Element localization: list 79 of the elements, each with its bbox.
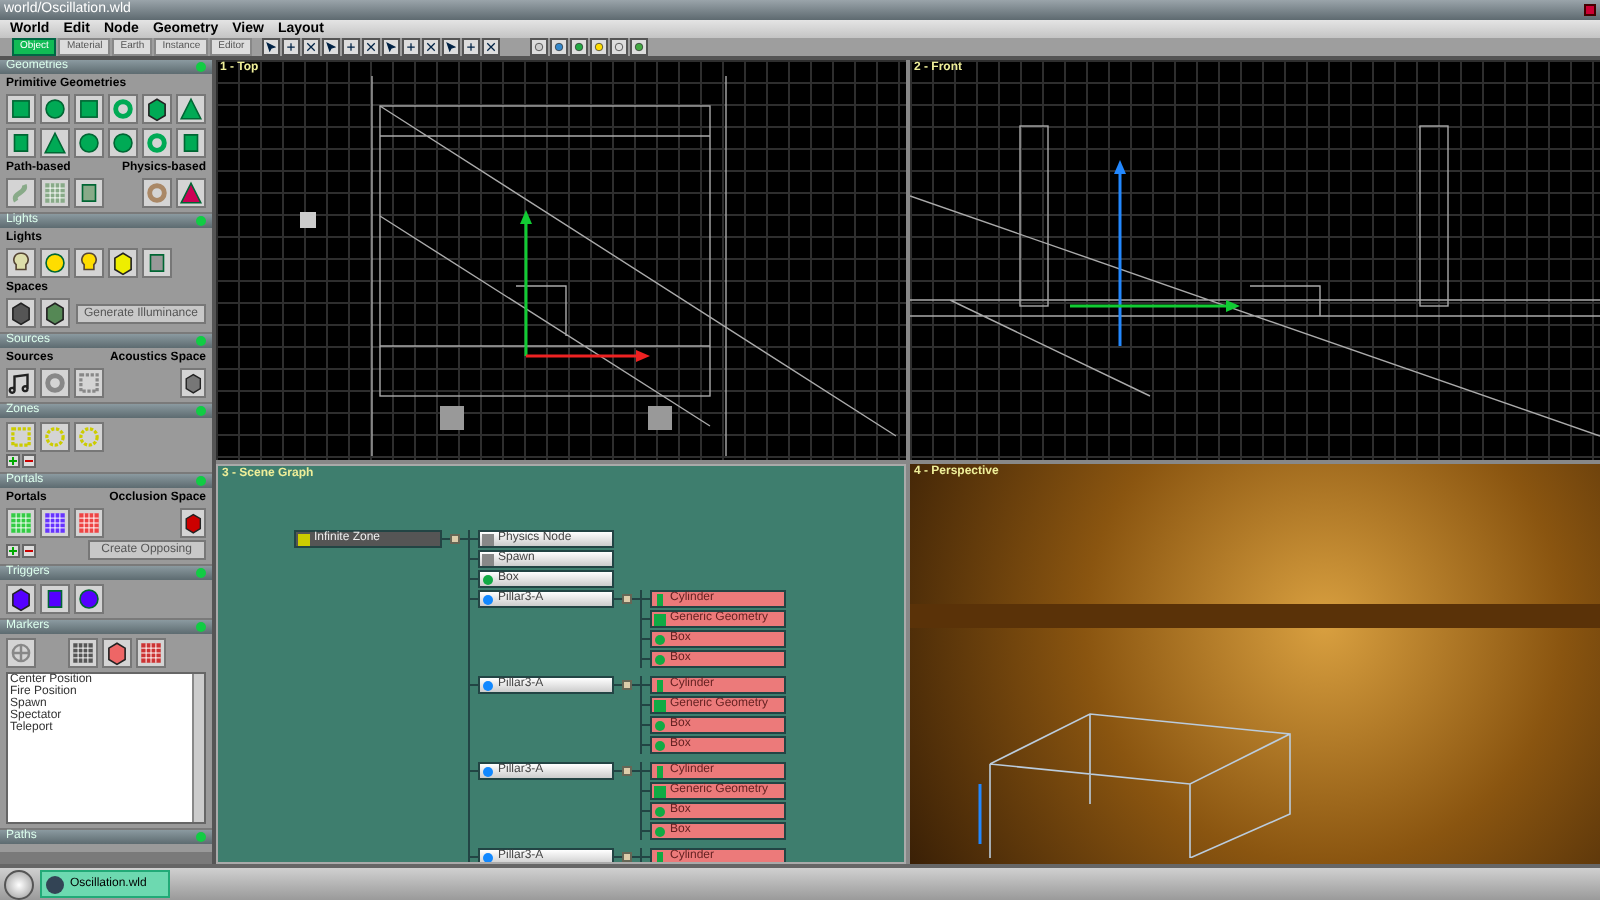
add-icon[interactable] — [6, 454, 20, 468]
music-note-icon[interactable] — [6, 368, 36, 398]
node-icon — [654, 805, 666, 817]
collapse-icon[interactable] — [622, 594, 632, 604]
cube-icon[interactable] — [142, 94, 172, 124]
cube-icon[interactable] — [179, 368, 206, 398]
node-icon — [654, 739, 666, 751]
remove-icon[interactable] — [22, 454, 36, 468]
collapse-icon[interactable] — [450, 534, 460, 544]
view-tool-icon[interactable] — [530, 38, 549, 56]
sphere-icon[interactable] — [74, 584, 104, 614]
checker-icon[interactable] — [40, 508, 70, 538]
checker-icon[interactable] — [68, 638, 98, 668]
add-icon[interactable] — [6, 543, 20, 557]
cube-icon[interactable] — [108, 248, 138, 278]
cylinder-icon[interactable] — [74, 178, 104, 208]
dashed-circle-icon[interactable] — [40, 422, 70, 452]
cylinder-icon[interactable] — [6, 128, 36, 158]
collapse-icon[interactable] — [622, 766, 632, 776]
remove-icon[interactable] — [22, 543, 36, 557]
collapse-icon[interactable] — [622, 680, 632, 690]
checker-icon[interactable] — [40, 178, 70, 208]
cylinder-icon[interactable] — [40, 584, 70, 614]
node-icon — [654, 653, 666, 665]
cube-icon[interactable] — [6, 298, 36, 328]
cut-tool-icon[interactable] — [482, 38, 501, 56]
dashed-square-icon[interactable] — [6, 422, 36, 452]
node-icon — [654, 613, 666, 625]
cone-icon[interactable] — [40, 128, 70, 158]
node-icon — [654, 765, 666, 777]
node-icon — [482, 851, 494, 862]
node-icon — [482, 593, 494, 605]
dashed-square-icon[interactable] — [74, 368, 104, 398]
node-icon — [654, 679, 666, 691]
cylinder-icon[interactable] — [142, 248, 172, 278]
sphere-icon[interactable] — [40, 94, 70, 124]
cone-icon[interactable] — [176, 94, 206, 124]
sphere-icon[interactable] — [108, 128, 138, 158]
bulb-icon[interactable] — [6, 248, 36, 278]
node-icon — [482, 533, 494, 545]
cube-icon[interactable] — [102, 638, 132, 668]
square-icon[interactable] — [74, 94, 104, 124]
view-tool-icon[interactable] — [550, 38, 569, 56]
cone-icon[interactable] — [176, 178, 206, 208]
node-icon — [654, 785, 666, 797]
node-icon — [654, 719, 666, 731]
collapse-icon[interactable] — [622, 852, 632, 862]
view-tool-icon[interactable] — [570, 38, 589, 56]
cube-icon[interactable] — [179, 508, 206, 538]
ring-icon[interactable] — [142, 178, 172, 208]
node-icon — [482, 553, 494, 565]
crosshair-icon[interactable] — [6, 638, 36, 668]
node-icon — [298, 533, 310, 545]
view-tool-icon[interactable] — [630, 38, 649, 56]
checker-icon[interactable] — [74, 508, 104, 538]
sphere-icon[interactable] — [74, 128, 104, 158]
cube-icon[interactable] — [6, 584, 36, 614]
curve-icon[interactable] — [6, 178, 36, 208]
node-icon — [654, 825, 666, 837]
node-icon — [654, 593, 666, 605]
square-icon[interactable] — [6, 94, 36, 124]
close-button[interactable] — [1584, 4, 1596, 16]
node-icon — [482, 679, 494, 691]
checker-icon[interactable] — [6, 508, 36, 538]
node-icon — [482, 765, 494, 777]
node-icon — [654, 633, 666, 645]
node-icon — [482, 573, 494, 585]
globe-icon — [46, 875, 64, 893]
bulb-icon[interactable] — [74, 248, 104, 278]
checker-icon[interactable] — [136, 638, 166, 668]
cube-icon[interactable] — [40, 298, 70, 328]
view-tool-icon[interactable] — [590, 38, 609, 56]
start-button[interactable] — [4, 869, 34, 899]
node-icon — [654, 699, 666, 711]
view-tool-icon[interactable] — [610, 38, 629, 56]
dashed-circle-icon[interactable] — [74, 422, 104, 452]
cylinder-icon[interactable] — [176, 128, 206, 158]
sphere-icon[interactable] — [40, 248, 70, 278]
scrollbar[interactable] — [192, 674, 204, 822]
